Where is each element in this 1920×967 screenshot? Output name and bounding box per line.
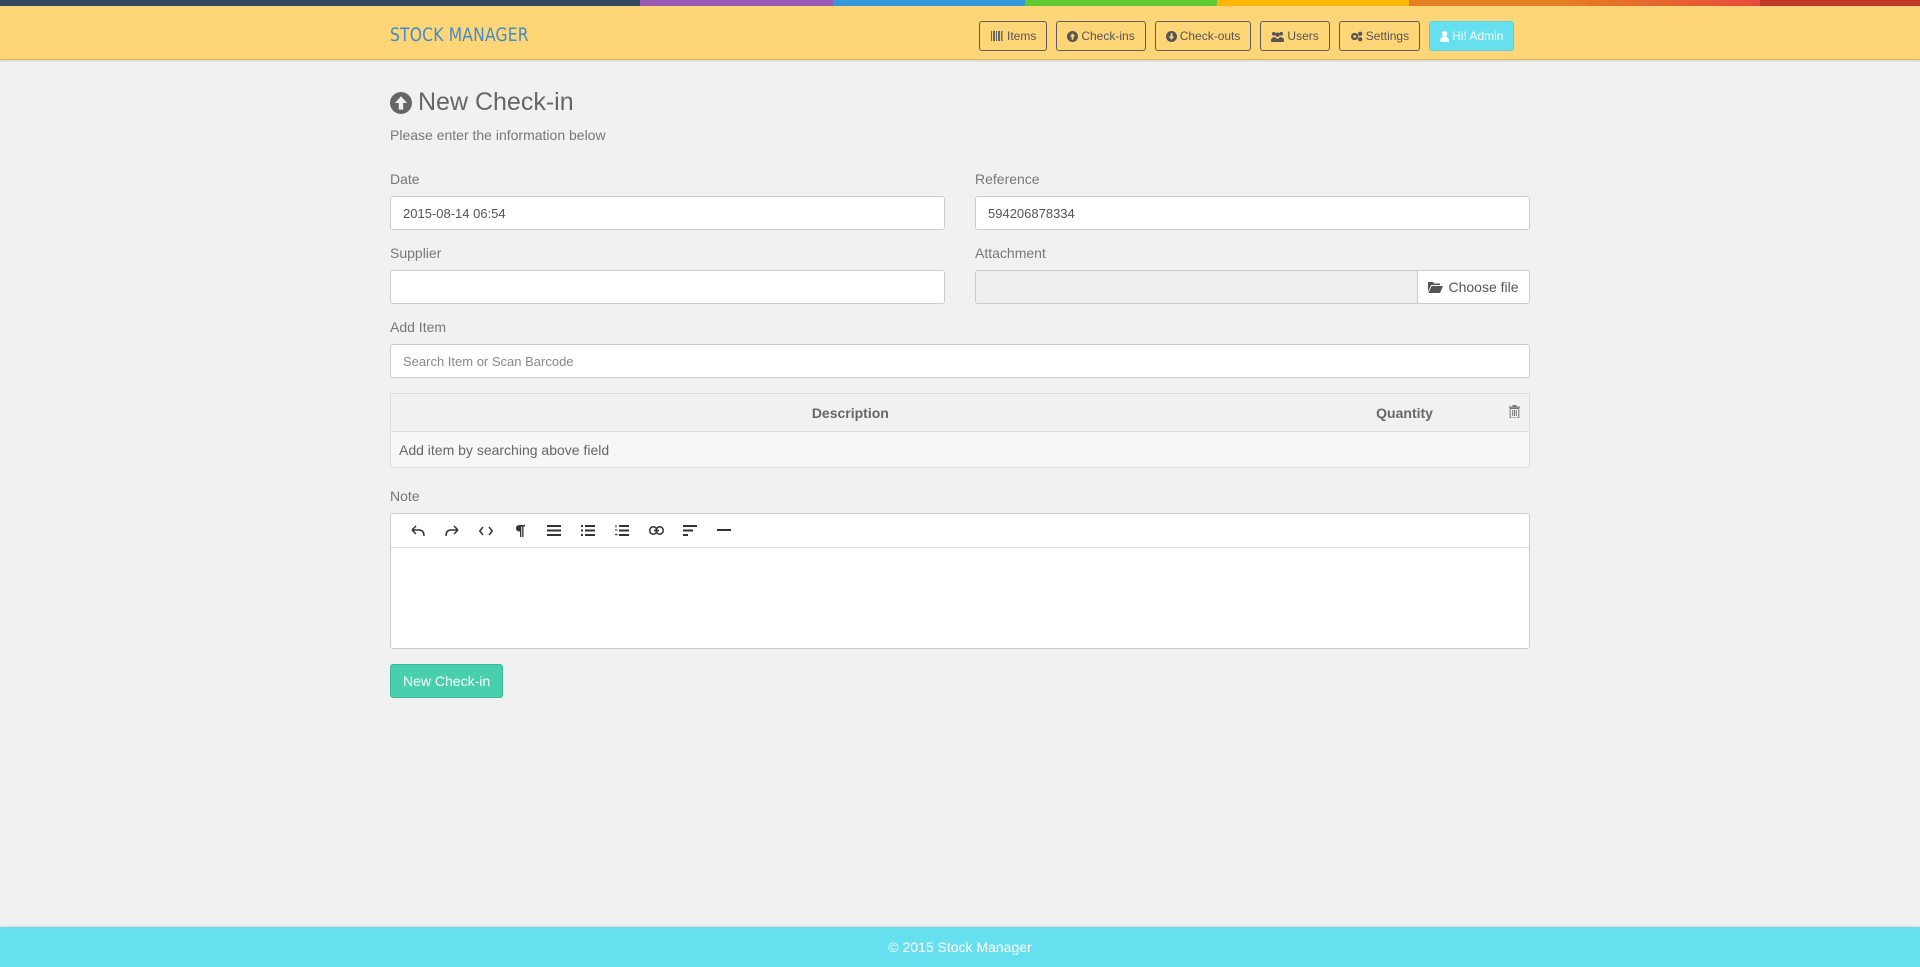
align-button[interactable] xyxy=(673,517,707,545)
brand-logo[interactable]: STOCK MANAGER xyxy=(390,24,529,46)
user-menu-label: Hi! Admin xyxy=(1452,29,1504,43)
attachment-field: Choose file xyxy=(975,270,1530,304)
code-icon xyxy=(479,526,493,535)
horizontal-rule-icon xyxy=(717,529,731,531)
footer-copyright: © 2015 Stock Manager xyxy=(888,939,1032,955)
table-empty-row: Add item by searching above field xyxy=(390,431,1530,468)
quantity-column-header: Quantity xyxy=(1309,393,1500,432)
empty-message: Add item by searching above field xyxy=(390,431,1310,468)
arrow-circle-up-icon xyxy=(390,91,412,114)
empty-action-cell xyxy=(1499,431,1530,468)
choose-file-label: Choose file xyxy=(1448,279,1519,295)
nav-checkouts-button[interactable]: Check-outs xyxy=(1154,21,1252,51)
supplier-label: Supplier xyxy=(390,245,442,261)
page-title-text: New Check-in xyxy=(418,88,574,116)
nav-users-button[interactable]: Users xyxy=(1260,21,1330,51)
link-button[interactable] xyxy=(639,517,673,545)
nav-items-label: Items xyxy=(1007,29,1037,43)
empty-quantity-cell xyxy=(1309,431,1500,468)
html-code-button[interactable] xyxy=(469,517,503,545)
supplier-input[interactable] xyxy=(390,270,945,304)
table-header-row: Description Quantity xyxy=(390,393,1530,432)
unordered-list-button[interactable] xyxy=(571,517,605,545)
nav-checkouts-label: Check-outs xyxy=(1179,29,1241,43)
arrow-circle-down-icon xyxy=(1165,30,1177,42)
gears-icon xyxy=(1350,31,1363,41)
paragraph-icon xyxy=(515,524,525,537)
users-icon xyxy=(1271,31,1285,42)
redo-button[interactable] xyxy=(435,517,469,545)
nav-users-label: Users xyxy=(1287,29,1319,43)
attachment-filename-display[interactable] xyxy=(975,270,1417,304)
ordered-list-button[interactable] xyxy=(605,517,639,545)
paragraph-button[interactable] xyxy=(503,517,537,545)
redo-icon xyxy=(445,524,459,536)
reference-label: Reference xyxy=(975,171,1040,187)
choose-file-button[interactable]: Choose file xyxy=(1417,270,1530,304)
unordered-list-icon xyxy=(581,525,595,536)
undo-button[interactable] xyxy=(401,517,435,545)
nav-menu: Items Check-ins Check-outs Users Setting… xyxy=(979,21,1515,51)
note-editor xyxy=(390,513,1530,649)
align-left-icon xyxy=(683,525,697,536)
nav-settings-label: Settings xyxy=(1365,29,1410,43)
editor-toolbar xyxy=(391,514,1529,548)
submit-button[interactable]: New Check-in xyxy=(390,664,504,698)
nav-checkins-button[interactable]: Check-ins xyxy=(1056,21,1146,51)
trash-icon[interactable] xyxy=(1508,404,1520,418)
page-subtitle: Please enter the information below xyxy=(390,127,606,143)
user-menu-button[interactable]: Hi! Admin xyxy=(1429,21,1515,51)
undo-icon xyxy=(411,524,425,536)
item-search-input[interactable]: Search Item or Scan Barcode xyxy=(390,344,1530,378)
folder-open-icon xyxy=(1428,282,1444,293)
user-icon xyxy=(1440,30,1450,42)
align-icon xyxy=(547,525,561,536)
note-textarea[interactable] xyxy=(391,548,1529,648)
reference-input[interactable]: 594206878334 xyxy=(975,196,1530,230)
date-label: Date xyxy=(390,171,420,187)
nav-checkins-label: Check-ins xyxy=(1081,29,1135,43)
horizontal-rule-button[interactable] xyxy=(707,517,741,545)
note-label: Note xyxy=(390,488,420,504)
items-table: Description Quantity Add item by searchi… xyxy=(390,393,1530,468)
footer: © 2015 Stock Manager xyxy=(0,927,1920,967)
nav-settings-button[interactable]: Settings xyxy=(1338,21,1421,51)
page-title: New Check-in xyxy=(390,88,574,117)
description-column-header: Description xyxy=(390,393,1310,432)
add-item-label: Add Item xyxy=(390,319,447,335)
barcode-icon xyxy=(991,31,1003,41)
attachment-label: Attachment xyxy=(975,245,1046,261)
nav-items-button[interactable]: Items xyxy=(979,21,1048,51)
navbar: STOCK MANAGER Items Check-ins Check-outs xyxy=(0,6,1920,60)
arrow-circle-up-icon xyxy=(1067,30,1079,42)
format-button[interactable] xyxy=(537,517,571,545)
delete-column-header xyxy=(1499,393,1530,432)
link-icon xyxy=(648,526,664,535)
ordered-list-icon xyxy=(615,525,629,536)
date-input[interactable]: 2015-08-14 06:54 xyxy=(390,196,945,230)
